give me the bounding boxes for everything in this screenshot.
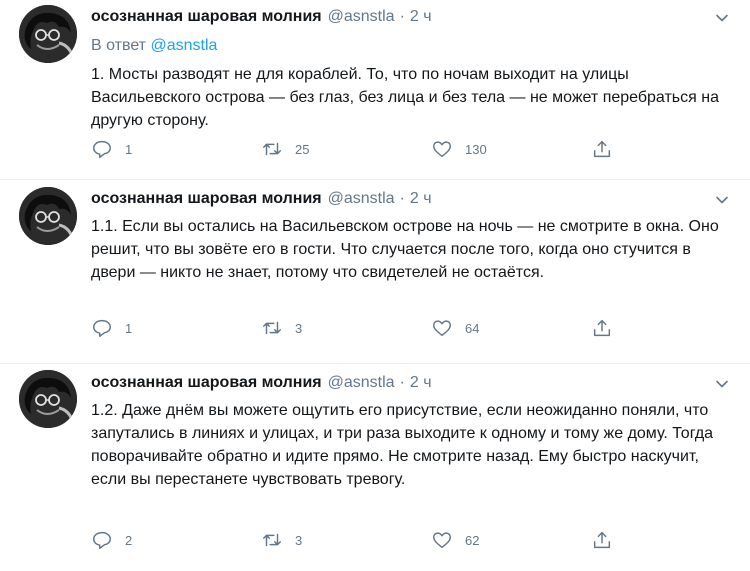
separator: · [399, 374, 405, 391]
tweet-body: осознанная шаровая молния @asnstla · 2 ч… [91, 190, 734, 284]
reply-button[interactable]: 1 [91, 138, 261, 160]
reply-icon [93, 531, 111, 549]
like-button[interactable]: 64 [431, 317, 601, 339]
retweet-count: 25 [295, 141, 310, 157]
chevron-down-icon[interactable] [714, 192, 730, 208]
tweet[interactable]: осознанная шаровая молния @asnstla · 2 ч… [0, 180, 750, 364]
author-name[interactable]: осознанная шаровая молния [91, 190, 322, 208]
tweet-header: осознанная шаровая молния @asnstla · 2 ч [91, 8, 734, 28]
like-count: 62 [465, 532, 480, 548]
heart-icon [433, 141, 451, 158]
timestamp[interactable]: 2 ч [410, 8, 432, 26]
reply-prefix: В ответ [91, 37, 147, 54]
like-count: 130 [465, 141, 487, 157]
separator: · [399, 190, 405, 207]
share-icon [593, 319, 611, 337]
author-handle[interactable]: @asnstla [328, 8, 395, 26]
retweet-icon [263, 142, 281, 156]
reply-icon [93, 140, 111, 158]
like-count: 64 [465, 320, 480, 336]
retweet-icon [263, 533, 281, 547]
tweet-text: 1.1. Если вы остались на Васильевском ос… [91, 218, 719, 281]
timestamp[interactable]: 2 ч [410, 190, 432, 208]
tweet-body: осознанная шаровая молния @asnstla · 2 ч… [91, 374, 734, 491]
like-button[interactable]: 130 [431, 138, 601, 160]
share-icon [593, 140, 611, 158]
reply-button[interactable]: 1 [91, 317, 261, 339]
share-button[interactable] [591, 317, 625, 339]
retweet-count: 3 [295, 320, 303, 336]
heart-icon [433, 320, 451, 337]
retweet-button[interactable]: 25 [261, 138, 431, 160]
tweet[interactable]: осознанная шаровая молния @asnstla · 2 ч… [0, 0, 750, 180]
reply-context: В ответ @asnstla [91, 37, 734, 57]
author-handle[interactable]: @asnstla [328, 190, 395, 208]
tweet-text: 1.2. Даже днём вы можете ощутить его при… [91, 402, 714, 488]
chevron-down-icon[interactable] [714, 10, 730, 26]
share-icon [593, 531, 611, 549]
avatar[interactable] [19, 5, 77, 63]
tweet-actions: 1 25 130 [91, 138, 750, 160]
avatar[interactable] [19, 187, 77, 245]
author-name[interactable]: осознанная шаровая молния [91, 8, 322, 26]
reply-icon [93, 319, 111, 337]
author-handle[interactable]: @asnstla [328, 374, 395, 392]
tweet-header: осознанная шаровая молния @asnstla · 2 ч [91, 374, 734, 394]
timestamp[interactable]: 2 ч [410, 374, 432, 392]
retweet-button[interactable]: 3 [261, 317, 431, 339]
tweet-actions: 1 3 64 [91, 317, 750, 339]
retweet-button[interactable]: 3 [261, 529, 431, 551]
tweet-body: осознанная шаровая молния @asnstla · 2 ч… [91, 8, 734, 132]
reply-count: 1 [125, 141, 133, 157]
avatar[interactable] [19, 370, 77, 428]
separator: · [399, 8, 405, 25]
tweet-actions: 2 3 62 [91, 529, 750, 551]
like-button[interactable]: 62 [431, 529, 601, 551]
reply-count: 1 [125, 320, 133, 336]
reply-button[interactable]: 2 [91, 529, 261, 551]
retweet-count: 3 [295, 532, 303, 548]
tweet-header: осознанная шаровая молния @asnstla · 2 ч [91, 190, 734, 210]
tweet-text: 1. Мосты разводят не для кораблей. То, ч… [91, 66, 719, 129]
author-name[interactable]: осознанная шаровая молния [91, 374, 322, 392]
share-button[interactable] [591, 529, 625, 551]
chevron-down-icon[interactable] [714, 376, 730, 392]
share-button[interactable] [591, 138, 625, 160]
reply-count: 2 [125, 532, 133, 548]
heart-icon [433, 532, 451, 549]
tweet[interactable]: осознанная шаровая молния @asnstla · 2 ч… [0, 364, 750, 571]
reply-to-link[interactable]: @asnstla [150, 37, 217, 54]
retweet-icon [263, 321, 281, 335]
